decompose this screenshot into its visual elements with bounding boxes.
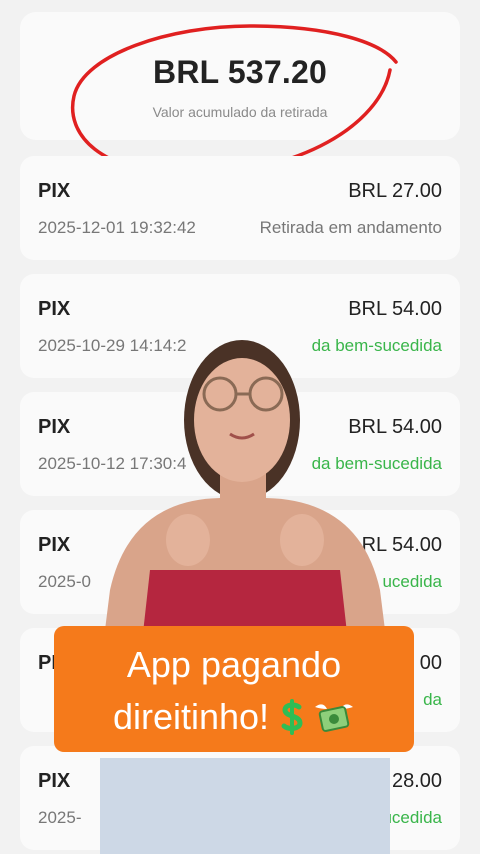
- caption-line-1: App pagando: [126, 644, 342, 685]
- tx-date: 2025-12-01 19:32:42: [38, 218, 196, 237]
- caption-overlay: App pagando direitinho!: [54, 626, 414, 752]
- tx-status: Retirada em andamento: [259, 218, 442, 237]
- tx-amount: BRL 27.00: [348, 180, 442, 202]
- heavy-dollar-sign-icon: [281, 699, 303, 735]
- tx-amount: BRL 54.00: [348, 298, 442, 320]
- tx-method: PIX: [38, 298, 71, 320]
- presenter-overlay: [100, 340, 390, 854]
- tx-method: PIX: [38, 416, 71, 438]
- money-with-wings-icon: [315, 704, 354, 732]
- tx-method: PIX: [38, 770, 71, 792]
- tx-method: PIX: [38, 534, 71, 556]
- tx-amount: 00: [419, 652, 442, 674]
- tx-method: PIX: [38, 180, 71, 202]
- transaction-card[interactable]: PIX BRL 27.00 2025-12-01 19:32:42 Retira…: [20, 156, 460, 260]
- caption-line-2-wrap: direitinho!: [54, 696, 414, 738]
- tx-status: da: [423, 690, 442, 709]
- caption-line-2: direitinho!: [112, 696, 270, 737]
